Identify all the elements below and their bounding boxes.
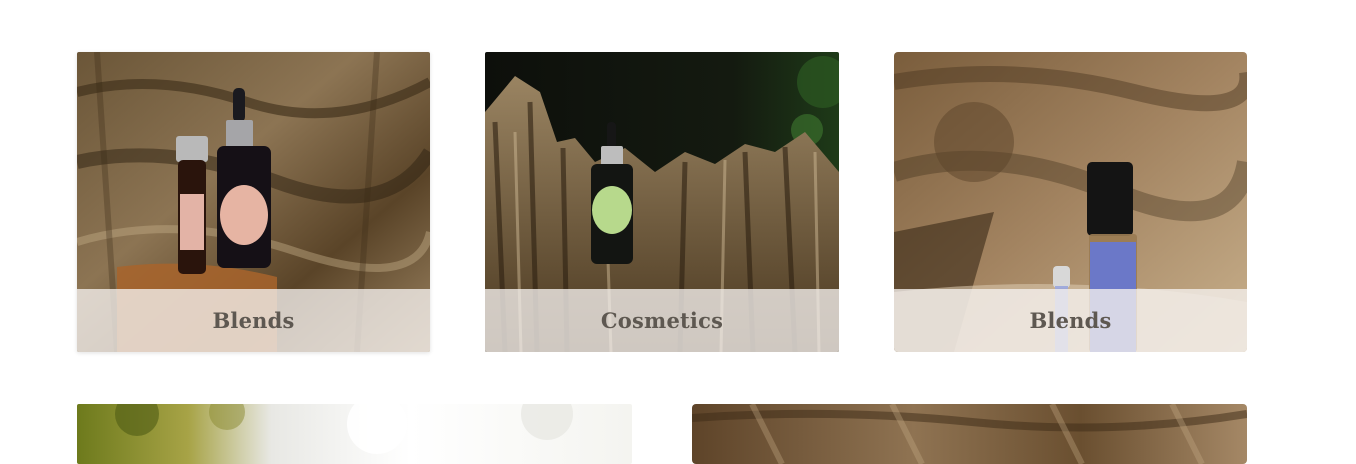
category-label: Blends [1029,308,1112,333]
product-photo-white-flowers [77,404,632,464]
category-label: Cosmetics [600,308,724,333]
category-caption: Blends [894,289,1247,352]
category-label: Blends [212,308,295,333]
category-card-cosmetics[interactable]: Cosmetics [485,52,839,352]
product-photo-wood-bark [692,404,1247,464]
category-card-lower-right[interactable] [692,404,1247,464]
category-card-lower-left[interactable] [77,404,632,464]
category-card-blends[interactable]: Blends [77,52,430,352]
category-caption: Blends [77,289,430,352]
category-caption: Cosmetics [485,289,839,352]
category-card-blends[interactable]: Blends [894,52,1247,352]
